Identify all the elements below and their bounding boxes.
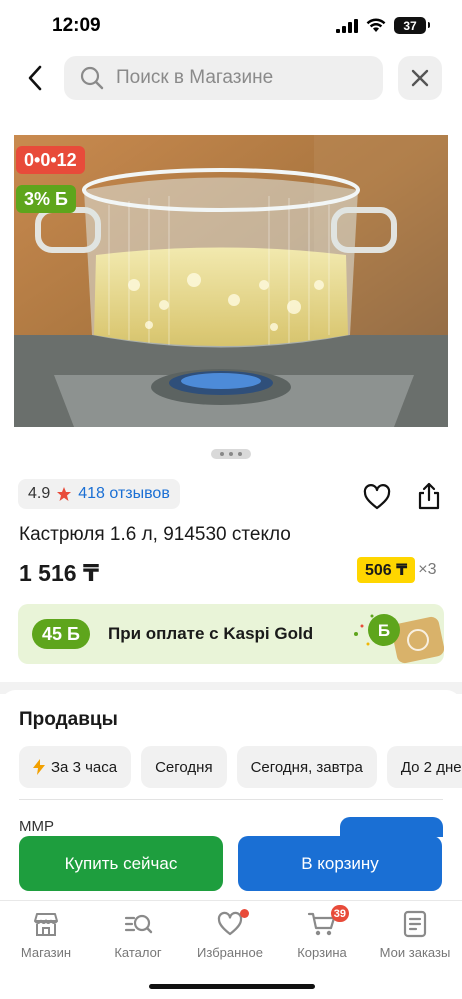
store-icon: [34, 913, 58, 936]
pager-dot: [238, 452, 242, 456]
notification-dot: [240, 909, 249, 918]
tab-favorites[interactable]: Избранное: [184, 909, 276, 960]
reviews-link[interactable]: 418 отзывов: [78, 485, 170, 503]
tab-icon-wrap: 39: [307, 905, 349, 939]
lightning-icon: [33, 759, 45, 775]
tab-label: Магазин: [20, 945, 72, 960]
tab-label: Каталог: [114, 945, 162, 960]
catalog-search-icon: [124, 914, 153, 934]
status-icons: 37: [336, 17, 430, 34]
share-button[interactable]: [414, 481, 444, 511]
divider: [19, 799, 443, 800]
chip-label: До 2 дней: [400, 758, 462, 776]
seller-select-button[interactable]: [340, 817, 443, 837]
bonus-badge: 3% Б: [16, 185, 76, 213]
buy-now-button[interactable]: Купить сейчас: [19, 836, 223, 891]
sellers-title: Продавцы: [19, 709, 118, 730]
star-icon: [57, 487, 72, 501]
status-time: 12:09: [52, 15, 101, 36]
back-button[interactable]: [20, 62, 50, 94]
rating-reviews-pill[interactable]: 4.9 418 отзывов: [18, 479, 180, 509]
tab-label: Избранное: [197, 945, 263, 960]
filter-chip-2-days[interactable]: До 2 дней: [386, 746, 462, 788]
home-indicator: [149, 984, 315, 989]
close-icon: [411, 69, 429, 87]
search-icon: [80, 66, 104, 90]
kaspi-bonus-badge: 45 Б: [32, 619, 90, 649]
chip-label: Сегодня: [155, 758, 213, 776]
installment-count: ×3: [418, 561, 437, 578]
favorite-button[interactable]: [362, 482, 392, 512]
seller-name: MMP: [19, 818, 54, 835]
orders-icon: [403, 910, 427, 938]
svg-text:Б: Б: [378, 621, 390, 640]
kaspi-gold-card-icon: Б: [354, 614, 444, 664]
gallery-pager[interactable]: [211, 449, 251, 459]
kaspi-gold-banner[interactable]: 45 Б При оплате с Kaspi Gold Б: [18, 604, 444, 664]
filter-chip-today-tomorrow[interactable]: Сегодня, завтра: [236, 746, 377, 788]
pager-dot: [220, 452, 224, 456]
installment-amount: 506 ₸: [357, 557, 416, 583]
tab-icon-wrap: [215, 909, 249, 939]
cart-count-badge: 39: [330, 905, 349, 922]
tab-store[interactable]: Магазин: [0, 909, 92, 960]
battery-icon: 37: [394, 17, 430, 34]
kaspi-banner-text: При оплате с Kaspi Gold: [108, 624, 314, 643]
top-bar: Поиск в Магазине: [0, 56, 462, 100]
timer-badge: 0•0•12: [16, 146, 85, 174]
pager-dot: [229, 452, 233, 456]
add-to-cart-button[interactable]: В корзину: [238, 836, 442, 891]
rating-value: 4.9: [28, 485, 51, 502]
heart-outline-icon: [363, 484, 391, 510]
tab-label: Мои заказы: [379, 945, 451, 960]
share-icon: [418, 482, 440, 510]
chevron-left-icon: [28, 65, 42, 91]
battery-level: 37: [403, 18, 417, 33]
chip-label: Сегодня, завтра: [250, 758, 363, 776]
product-price: 1 516 ₸: [19, 560, 99, 586]
installment-info[interactable]: 506 ₸ ×3: [357, 557, 437, 583]
chip-label: За 3 часа: [51, 758, 118, 776]
filter-chip-3-hours[interactable]: За 3 часа: [19, 746, 132, 788]
close-button[interactable]: [398, 56, 442, 100]
glass-pot-image: [14, 135, 448, 427]
search-input[interactable]: Поиск в Магазине: [64, 56, 383, 100]
tab-my-orders[interactable]: Мои заказы: [368, 909, 462, 960]
tab-cart[interactable]: 39 Корзина: [276, 905, 368, 960]
product-title: Кастрюля 1.6 л, 914530 стекло: [19, 524, 291, 545]
search-placeholder: Поиск в Магазине: [116, 67, 274, 88]
status-bar: 12:09 37: [0, 0, 462, 54]
filter-chip-today[interactable]: Сегодня: [141, 746, 227, 788]
cellular-signal-icon: [336, 18, 358, 33]
delivery-filter-chips: За 3 часа Сегодня Сегодня, завтра До 2 д…: [19, 746, 462, 788]
tab-catalog[interactable]: Каталог: [92, 909, 184, 960]
product-image[interactable]: [14, 135, 448, 427]
wifi-icon: [366, 18, 386, 32]
tab-label: Корзина: [297, 945, 347, 960]
